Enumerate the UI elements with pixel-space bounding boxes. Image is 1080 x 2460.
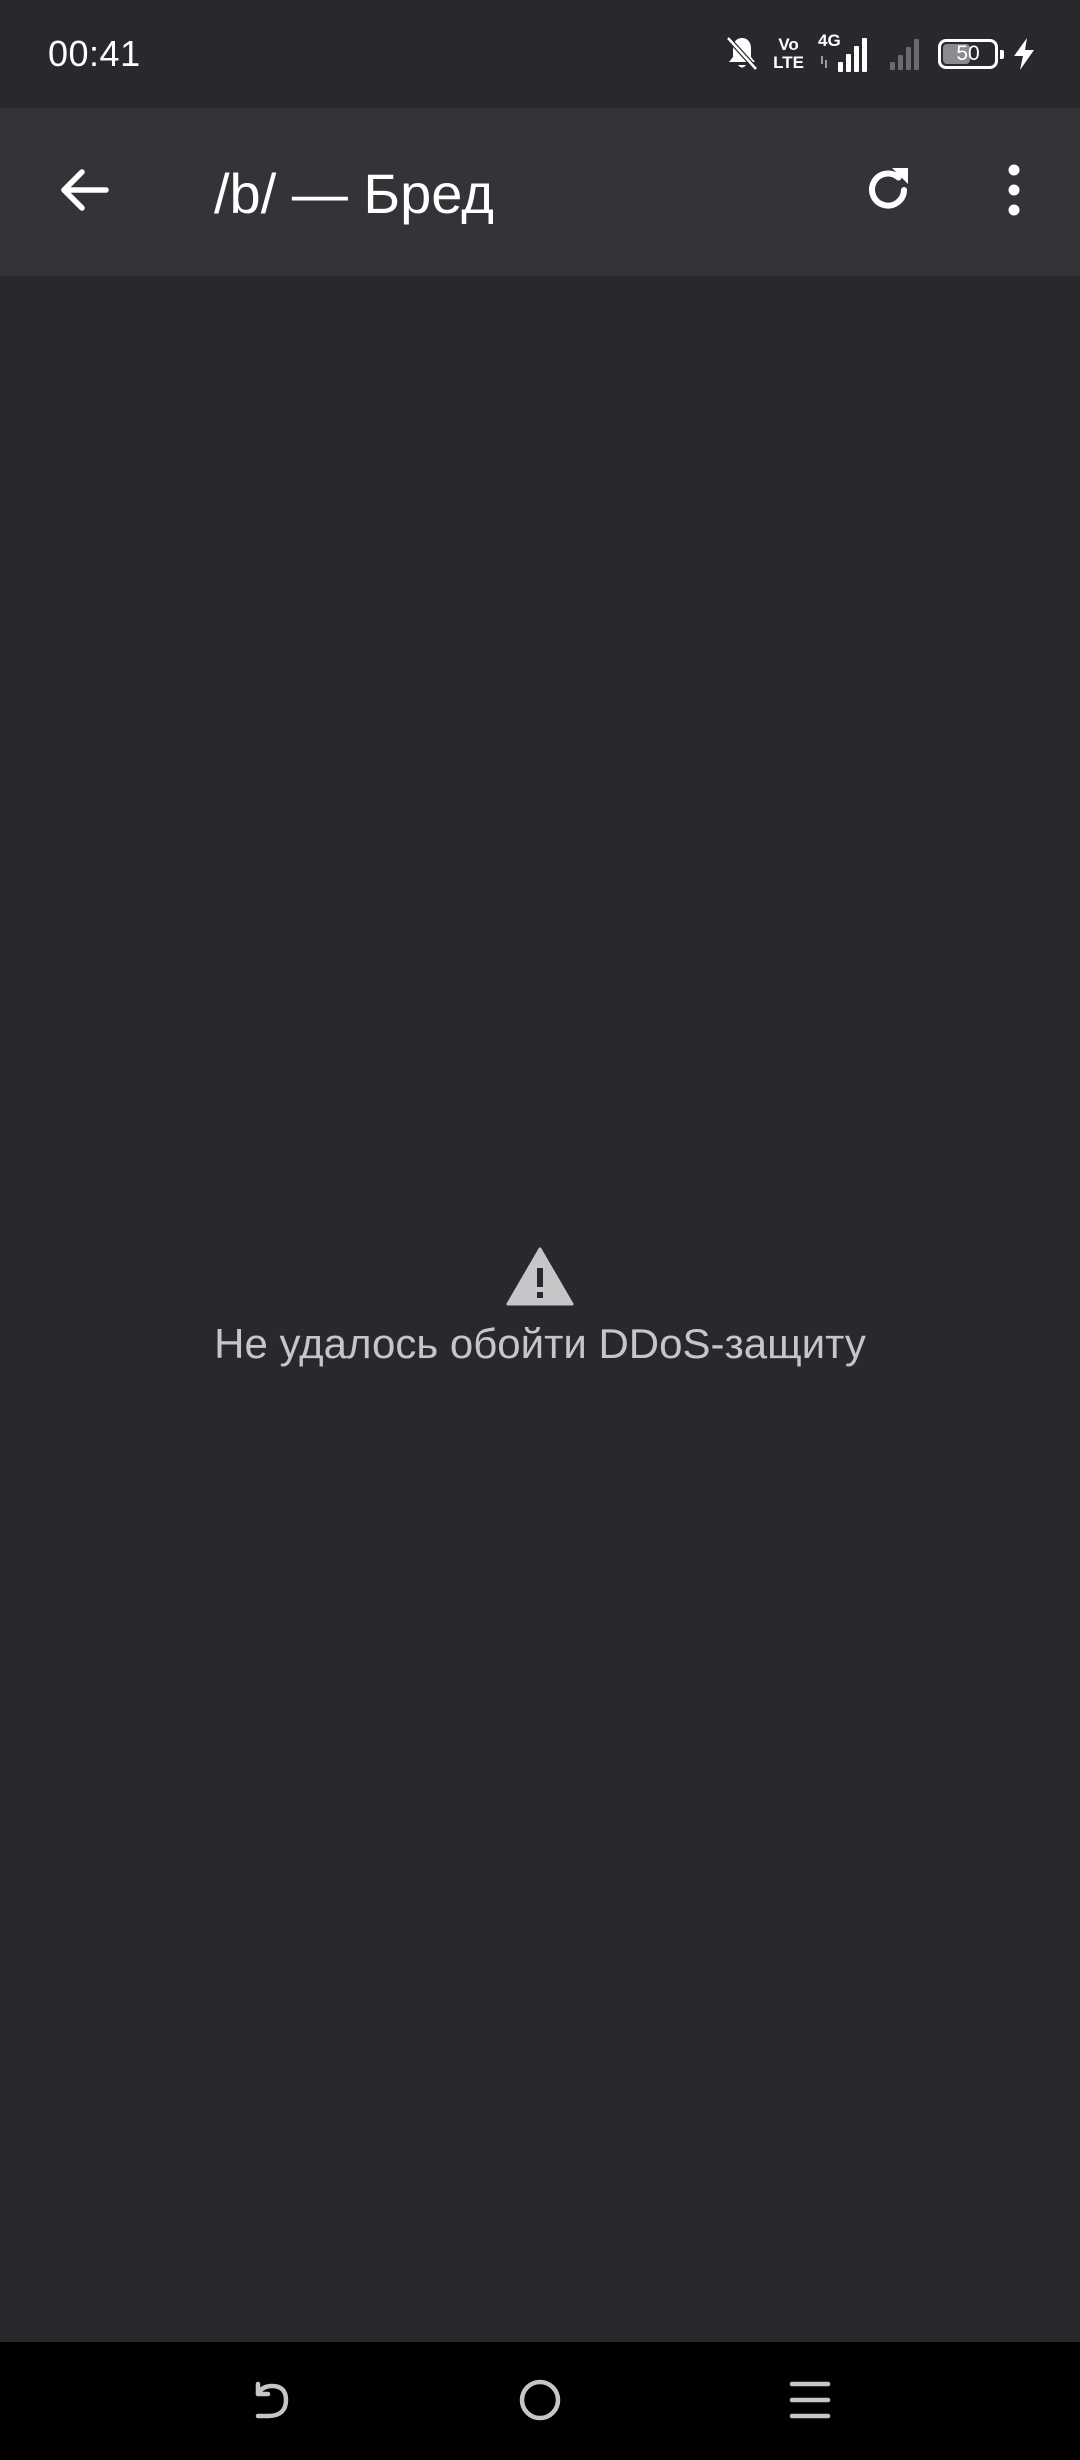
refresh-button[interactable] bbox=[844, 148, 932, 236]
volte-bottom-label: LTE bbox=[773, 53, 804, 72]
signal-icon bbox=[888, 36, 924, 72]
nav-back-icon bbox=[246, 2376, 294, 2429]
status-icons: Vo LTE 4G 50 bbox=[725, 30, 1036, 78]
more-vertical-icon bbox=[1004, 162, 1024, 223]
status-time: 00:41 bbox=[48, 33, 141, 74]
nav-recents-button[interactable] bbox=[760, 2362, 860, 2442]
bell-off-icon bbox=[725, 35, 759, 73]
charging-icon bbox=[1012, 37, 1036, 71]
battery-level: 50 bbox=[956, 42, 980, 65]
volte-icon: Vo LTE bbox=[773, 36, 804, 72]
back-button[interactable] bbox=[40, 148, 128, 236]
volte-top-label: Vo bbox=[778, 35, 799, 54]
error-state: Не удалось обойти DDoS-защиту bbox=[0, 1246, 1080, 1370]
more-options-button[interactable] bbox=[970, 148, 1058, 236]
status-bar: 00:41 Vo LTE 4G 50 bbox=[0, 0, 1080, 108]
navigation-bar bbox=[0, 2342, 1080, 2460]
app-bar: /b/ — Бред bbox=[0, 108, 1080, 276]
screen: 00:41 Vo LTE 4G 50 /b/ — Бред Не удалось… bbox=[0, 0, 1080, 2460]
content-area: Не удалось обойти DDoS-защиту bbox=[0, 276, 1080, 2342]
warning-icon bbox=[506, 1246, 574, 1306]
error-message: Не удалось обойти DDoS-защиту bbox=[214, 1320, 866, 1367]
signal-4g-icon: 4G bbox=[818, 32, 874, 76]
nav-home-button[interactable] bbox=[490, 2362, 590, 2442]
nav-back-button[interactable] bbox=[220, 2362, 320, 2442]
battery-icon: 50 bbox=[938, 39, 1004, 69]
page-title: /b/ — Бред bbox=[214, 162, 494, 225]
arrow-left-icon bbox=[56, 162, 112, 223]
nav-home-icon bbox=[516, 2376, 564, 2429]
refresh-icon bbox=[860, 162, 916, 223]
nav-recents-icon bbox=[786, 2376, 834, 2429]
